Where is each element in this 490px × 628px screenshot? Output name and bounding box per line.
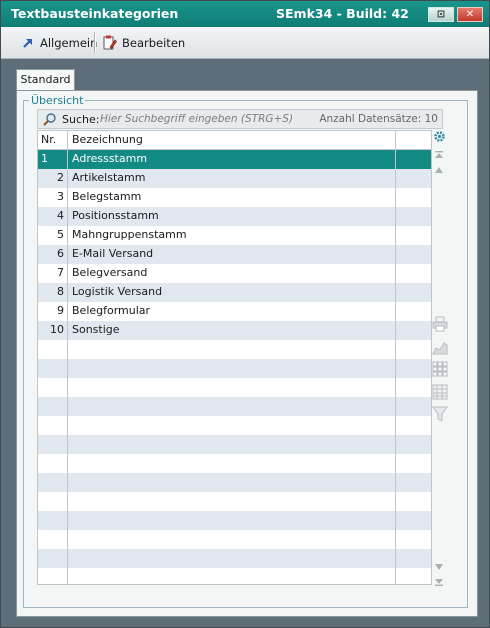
empty-row (38, 435, 431, 454)
allgemein-label: Allgemein (40, 36, 98, 50)
table-row[interactable]: 10 Sonstige (38, 321, 431, 340)
column-divider (395, 131, 396, 584)
table-row[interactable]: 2 Artikelstamm (38, 169, 431, 188)
group-label: Übersicht (29, 94, 86, 107)
title-bar[interactable]: Textbausteinkategorien SEmk34 - Build: 4… (1, 1, 489, 27)
bearbeiten-label: Bearbeiten (122, 36, 186, 50)
bearbeiten-button[interactable]: Bearbeiten (103, 33, 185, 53)
column-header-bezeichnung[interactable]: Bezeichnung (72, 133, 143, 146)
close-button[interactable]: ✕ (457, 7, 483, 22)
empty-row (38, 378, 431, 397)
cell-nr: 7 (57, 266, 64, 279)
cell-nr: 6 (57, 247, 64, 260)
cell-bezeichnung: Belegstamm (72, 190, 142, 203)
chart-icon[interactable] (432, 339, 448, 355)
cell-bezeichnung: Positionsstamm (72, 209, 159, 222)
next-record-icon[interactable] (434, 563, 444, 571)
cell-bezeichnung: Belegformular (72, 304, 151, 317)
empty-row (38, 397, 431, 416)
table-row[interactable]: 1 Adressstamm (38, 150, 431, 169)
grid-side-toolbar (432, 130, 448, 590)
empty-row (38, 511, 431, 530)
previous-record-icon[interactable] (434, 166, 444, 174)
search-label: Suche: (62, 113, 100, 126)
table-row[interactable]: 6 E-Mail Versand (38, 245, 431, 264)
tab-standard[interactable]: Standard (16, 69, 75, 91)
app-window: Textbausteinkategorien SEmk34 - Build: 4… (0, 0, 490, 628)
empty-row (38, 416, 431, 435)
column-header-nr[interactable]: Nr. (41, 133, 56, 146)
toolbar-separator (94, 32, 96, 53)
cell-nr: 8 (57, 285, 64, 298)
toolbar: Allgemein Bearbeiten (1, 27, 489, 59)
column-divider (67, 131, 68, 584)
empty-row (38, 454, 431, 473)
empty-row (38, 530, 431, 549)
cell-nr: 9 (57, 304, 64, 317)
grid-columns-icon[interactable] (432, 384, 448, 400)
cell-bezeichnung: Belegversand (72, 266, 148, 279)
close-icon: ✕ (465, 9, 475, 20)
document-edit-icon (103, 35, 117, 50)
magnifier-icon[interactable] (42, 112, 57, 127)
table-row[interactable]: 3 Belegstamm (38, 188, 431, 207)
table-row[interactable]: 5 Mahngruppenstamm (38, 226, 431, 245)
cell-bezeichnung: Adressstamm (72, 152, 148, 165)
last-record-icon[interactable] (434, 577, 444, 587)
data-grid: Nr. Bezeichnung 1 Adressstamm 2 Artikelstam… (37, 130, 432, 585)
filter-icon[interactable] (432, 406, 448, 422)
restore-icon: ⊡ (436, 9, 446, 20)
cell-nr: 10 (50, 323, 64, 336)
table-row[interactable]: 8 Logistik Versand (38, 283, 431, 302)
empty-row (38, 492, 431, 511)
cell-bezeichnung: E-Mail Versand (72, 247, 154, 260)
gear-icon[interactable] (433, 130, 446, 143)
cell-nr: 2 (57, 171, 64, 184)
cell-bezeichnung: Mahngruppenstamm (72, 228, 187, 241)
restore-button[interactable]: ⊡ (428, 7, 454, 22)
cell-nr: 5 (57, 228, 64, 241)
search-input[interactable] (100, 111, 296, 127)
empty-row (38, 473, 431, 492)
printer-icon[interactable] (432, 316, 448, 332)
table-row[interactable]: 9 Belegformular (38, 302, 431, 321)
search-bar: Suche: Anzahl Datensätze: 10 (37, 109, 443, 129)
cell-bezeichnung: Logistik Versand (72, 285, 163, 298)
grid-rows: 1 Adressstamm 2 Artikelstamm 3 Belegstamm 4 Pos… (38, 150, 431, 584)
cell-nr: 4 (57, 209, 64, 222)
empty-row (38, 568, 431, 584)
grid-header: Nr. Bezeichnung (38, 131, 431, 150)
allgemein-button[interactable]: Allgemein (21, 33, 97, 53)
cell-nr: 1 (41, 152, 48, 165)
empty-row (38, 359, 431, 378)
window-title: Textbausteinkategorien (11, 6, 179, 21)
first-record-icon[interactable] (434, 150, 444, 160)
table-row[interactable]: 7 Belegversand (38, 264, 431, 283)
empty-row (38, 549, 431, 568)
build-label: SEmk34 - Build: 42 (276, 6, 409, 21)
cell-bezeichnung: Sonstige (72, 323, 120, 336)
cell-nr: 3 (57, 190, 64, 203)
cell-bezeichnung: Artikelstamm (72, 171, 146, 184)
table-row[interactable]: 4 Positionsstamm (38, 207, 431, 226)
record-count: Anzahl Datensätze: 10 (319, 113, 438, 125)
empty-row (38, 340, 431, 359)
arrow-up-right-icon (23, 39, 32, 48)
select-all-icon[interactable] (432, 361, 448, 377)
